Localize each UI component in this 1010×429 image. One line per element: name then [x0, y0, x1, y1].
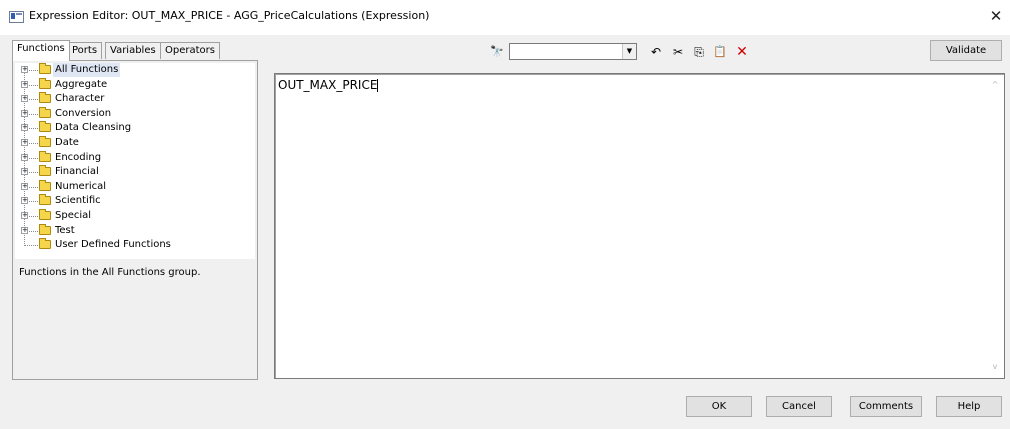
expand-icon[interactable]: + — [21, 182, 28, 190]
validate-button[interactable]: Validate — [930, 40, 1002, 61]
expression-text[interactable]: OUT_MAX_PRICE — [278, 78, 379, 92]
expand-icon[interactable]: + — [21, 109, 28, 117]
tree-item-user-defined-functions[interactable]: User Defined Functions — [15, 238, 245, 252]
tree-item-label: Encoding — [55, 151, 102, 163]
chevron-down-icon[interactable]: ▼ — [622, 44, 636, 59]
expand-icon[interactable]: + — [21, 66, 28, 73]
tab-ports[interactable]: Ports — [67, 42, 103, 59]
tree-item-label: Date — [55, 137, 79, 148]
binoculars-icon[interactable]: 🔭 — [489, 44, 505, 60]
expand-icon[interactable]: + — [21, 95, 28, 103]
cancel-button[interactable]: Cancel — [766, 396, 832, 417]
ok-button[interactable]: OK — [686, 396, 752, 417]
tree-item-label: Character — [55, 93, 105, 105]
app-icon — [9, 11, 24, 23]
folder-icon — [39, 194, 51, 206]
tree-item-data-cleansing[interactable]: + Data Cleansing — [15, 121, 245, 135]
tree-item-character[interactable]: + Character — [15, 92, 245, 106]
folder-icon — [39, 165, 51, 177]
tree-item-label: Test — [55, 224, 75, 236]
scroll-up-icon[interactable]: ^ — [990, 80, 1000, 90]
comments-button[interactable]: Comments — [850, 396, 922, 417]
tree-item-label: Financial — [55, 166, 99, 178]
tree-item-all-functions[interactable]: + All Functions — [15, 63, 245, 77]
expression-editor[interactable]: OUT_MAX_PRICE ^ v — [274, 73, 1005, 379]
scroll-down-icon[interactable]: v — [990, 362, 1000, 372]
folder-icon — [39, 77, 51, 89]
folder-icon — [39, 136, 51, 147]
scissors-icon[interactable]: ✂ — [670, 44, 686, 60]
expand-icon[interactable]: + — [21, 226, 28, 234]
window-title: Expression Editor: OUT_MAX_PRICE - AGG_P… — [29, 9, 430, 22]
folder-icon — [39, 179, 51, 191]
tree-item-scientific[interactable]: + Scientific — [15, 194, 245, 208]
tree-item-date[interactable]: + Date — [15, 136, 245, 150]
function-tree[interactable]: + All Functions + Aggregate + Character … — [15, 63, 255, 259]
undo-icon[interactable]: ↶ — [648, 44, 664, 60]
tree-item-label: Special — [55, 210, 92, 221]
function-group-description: Functions in the All Functions group. — [19, 267, 201, 278]
expand-icon[interactable]: + — [21, 168, 28, 176]
tree-item-financial[interactable]: + Financial — [15, 165, 245, 179]
folder-icon — [39, 150, 51, 162]
copy-icon[interactable]: ⎘ — [691, 44, 707, 60]
expand-icon[interactable]: + — [21, 80, 28, 88]
tree-item-label: Conversion — [55, 107, 112, 119]
close-button[interactable]: ✕ — [982, 4, 1010, 28]
expand-icon[interactable]: + — [21, 197, 28, 205]
tree-item-test[interactable]: + Test — [15, 223, 245, 238]
tree-item-label: Scientific — [55, 195, 101, 207]
expand-icon[interactable]: + — [21, 124, 28, 132]
delete-icon[interactable]: ✕ — [734, 44, 750, 60]
tree-item-label: Data Cleansing — [55, 122, 132, 134]
tree-item-label: All Functions — [53, 63, 121, 77]
tree-item-label: Numerical — [55, 180, 107, 192]
folder-icon — [39, 106, 51, 118]
functions-panel: + All Functions + Aggregate + Character … — [12, 60, 258, 380]
folder-icon — [39, 209, 51, 220]
tree-item-encoding[interactable]: + Encoding — [15, 150, 245, 165]
tree-item-numerical[interactable]: + Numerical — [15, 179, 245, 194]
tab-operators[interactable]: Operators — [160, 42, 220, 59]
expand-icon[interactable]: + — [21, 212, 28, 219]
tab-functions[interactable]: Functions — [12, 40, 70, 61]
expand-icon[interactable]: + — [21, 139, 28, 146]
tab-strip: Functions Ports Variables Operators — [12, 40, 258, 61]
tree-item-aggregate[interactable]: + Aggregate — [15, 77, 245, 92]
folder-icon — [39, 63, 51, 74]
expand-icon[interactable]: + — [21, 153, 28, 161]
folder-icon — [39, 92, 51, 104]
folder-icon — [39, 223, 51, 235]
tree-item-conversion[interactable]: + Conversion — [15, 106, 245, 121]
search-combo[interactable]: ▼ — [509, 43, 637, 60]
tree-item-special[interactable]: + Special — [15, 209, 245, 223]
folder-icon — [39, 121, 51, 133]
paste-icon[interactable]: 📋 — [712, 44, 728, 60]
help-button[interactable]: Help — [936, 396, 1002, 417]
tree-item-label: Aggregate — [55, 78, 108, 90]
tab-variables[interactable]: Variables — [105, 42, 161, 59]
text-caret — [377, 79, 379, 92]
title-bar: Expression Editor: OUT_MAX_PRICE - AGG_P… — [0, 0, 1010, 35]
folder-icon — [39, 238, 51, 250]
tree-item-label: User Defined Functions — [55, 239, 171, 251]
